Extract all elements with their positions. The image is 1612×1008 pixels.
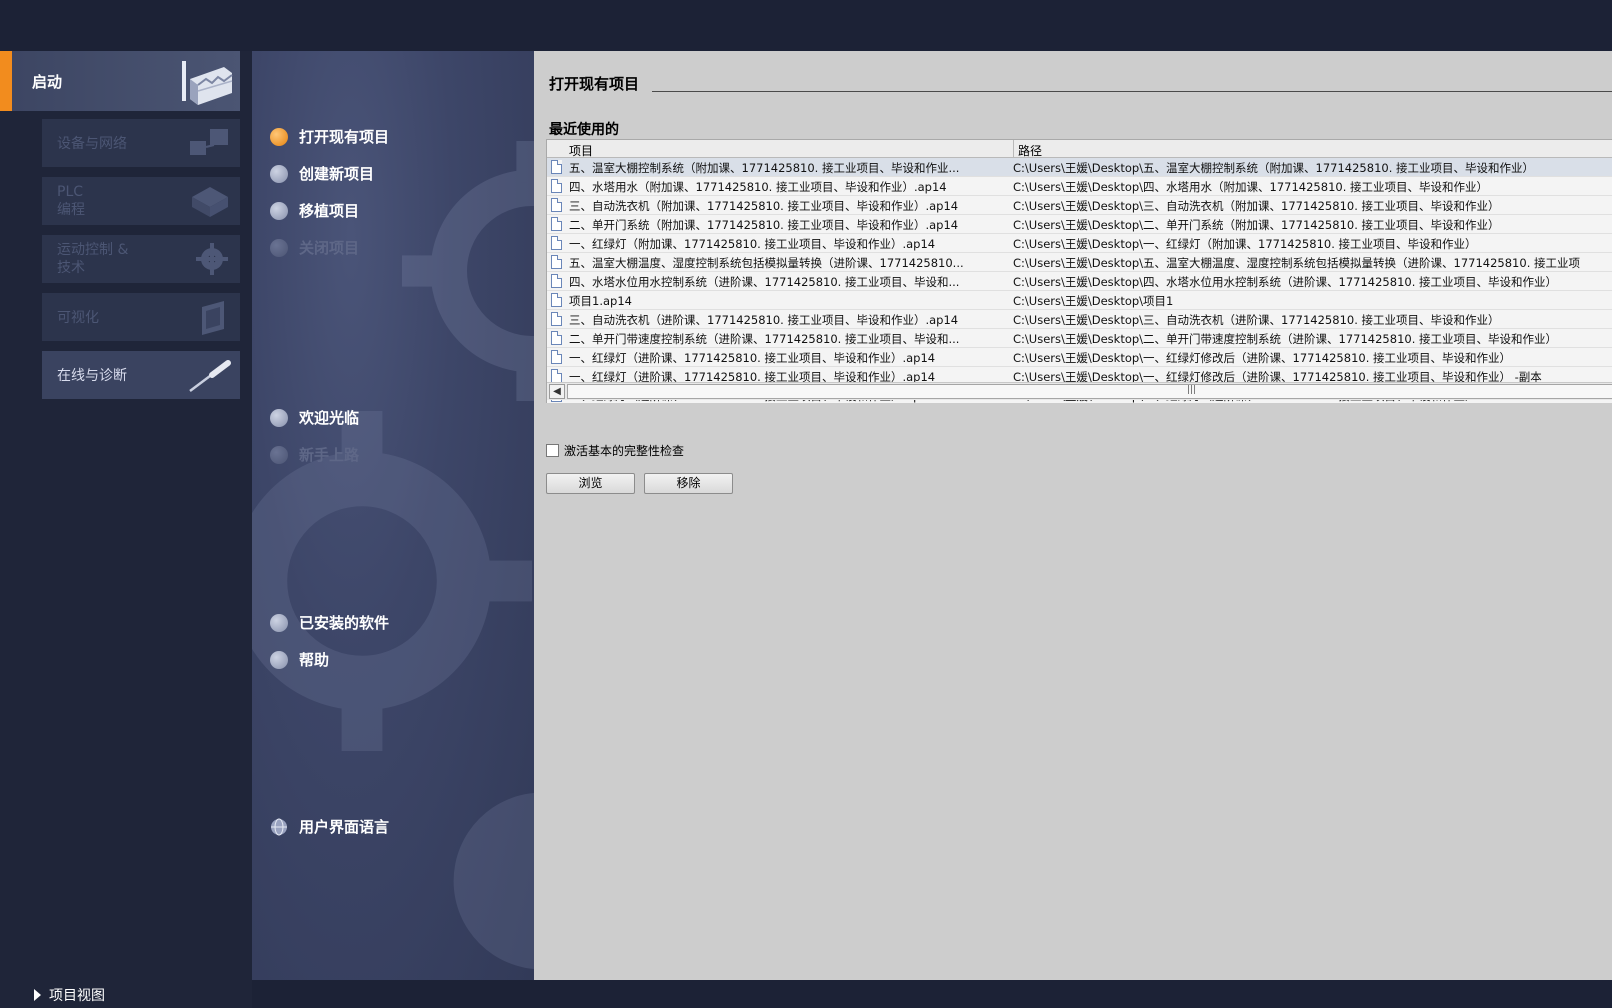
project-file-icon	[551, 255, 562, 269]
bullet-icon	[270, 201, 288, 220]
action-ui-language[interactable]: 用户界面语言	[270, 816, 389, 837]
globe-icon	[271, 818, 287, 835]
factory-icon	[182, 61, 233, 105]
project-file-icon	[551, 312, 562, 326]
action-open-project[interactable]: 打开现有项目	[270, 126, 389, 147]
screwdriver-icon	[189, 360, 231, 392]
table-row[interactable]: 三、自动洗衣机（进阶课、1771425810. 接工业项目、毕设和作业）.ap1…	[547, 310, 1612, 329]
devices-network-icon	[190, 129, 228, 155]
action-label: 关闭项目	[299, 239, 360, 257]
project-file-icon	[551, 274, 562, 288]
project-view-link[interactable]: 项目视图	[34, 985, 105, 1005]
action-welcome[interactable]: 欢迎光临	[270, 407, 359, 428]
sidebar-item-label: 设备与网络	[57, 136, 127, 152]
caret-right-icon	[34, 989, 41, 1001]
remove-button[interactable]: 移除	[644, 473, 733, 494]
action-label: 新手上路	[299, 446, 360, 464]
table-row[interactable]: 三、自动洗衣机（附加课、1771425810. 接工业项目、毕设和作业）.ap1…	[547, 196, 1612, 215]
project-file-icon	[551, 369, 562, 383]
action-label: 创建新项目	[299, 165, 375, 183]
sidebar-item-label: 在线与诊断	[57, 368, 127, 384]
horizontal-scrollbar[interactable]: ◀ |||	[547, 382, 1612, 400]
bullet-icon	[270, 238, 288, 257]
portal-sidebar: 启动 设备与网络 PLC 编程 运动控制 & 技术 可视化 在线与诊断 项目视图	[0, 51, 252, 1008]
top-bar	[0, 0, 1612, 51]
action-migrate-project[interactable]: 移植项目	[270, 200, 359, 221]
project-view-label: 项目视图	[49, 988, 105, 1004]
bullet-icon	[270, 164, 288, 183]
table-row[interactable]: 二、单开门系统（附加课、1771425810. 接工业项目、毕设和作业）.ap1…	[547, 215, 1612, 234]
sidebar-item-online-diagnostics[interactable]: 在线与诊断	[42, 351, 240, 399]
hmi-panel-icon	[202, 301, 224, 335]
bullet-icon	[270, 613, 288, 632]
action-create-project[interactable]: 创建新项目	[270, 163, 374, 184]
active-accent	[0, 51, 12, 111]
sidebar-item-start[interactable]: 启动	[0, 51, 240, 111]
column-header-path[interactable]: 路径	[1018, 142, 1042, 159]
sidebar-item-label: 启动	[32, 73, 63, 91]
plc-icon	[192, 187, 228, 217]
sidebar-item-devices-networks[interactable]: 设备与网络	[42, 119, 240, 167]
project-file-icon	[551, 217, 562, 231]
action-label: 用户界面语言	[299, 818, 390, 836]
sidebar-item-motion-control[interactable]: 运动控制 & 技术	[42, 235, 240, 283]
table-row[interactable]: 四、水塔水位用水控制系统（进阶课、1771425810. 接工业项目、毕设和..…	[547, 272, 1612, 291]
project-file-icon	[551, 160, 562, 174]
action-help[interactable]: 帮助	[270, 649, 329, 670]
action-first-steps: 新手上路	[270, 444, 359, 465]
action-close-project: 关闭项目	[270, 237, 359, 258]
scrollbar-thumb[interactable]	[567, 384, 1612, 399]
bullet-icon	[270, 445, 288, 464]
bullet-icon	[270, 408, 288, 427]
open-project-panel: 打开现有项目 最近使用的 项目 路径 五、温室大棚控制系统（附加课、177142…	[534, 51, 1612, 980]
column-divider[interactable]	[1013, 140, 1014, 158]
scrollbar-grip-icon: |||	[1187, 385, 1197, 395]
column-header-project[interactable]: 项目	[569, 142, 593, 159]
bullet-icon	[270, 650, 288, 669]
project-file-icon	[551, 198, 562, 212]
table-row[interactable]: 五、温室大棚温度、湿度控制系统包括模拟量转换（进阶课、1771425810...…	[547, 253, 1612, 272]
sidebar-item-label: 可视化	[57, 310, 99, 326]
action-label: 已安装的软件	[299, 614, 390, 632]
table-row[interactable]: 二、单开门带速度控制系统（进阶课、1771425810. 接工业项目、毕设和..…	[547, 329, 1612, 348]
bottom-bar	[252, 980, 1612, 1008]
table-row[interactable]: 项目1.ap14 C:\Users\王媛\Desktop\项目1	[547, 291, 1612, 310]
project-file-icon	[551, 236, 562, 250]
integrity-check-checkbox[interactable]	[546, 444, 559, 457]
integrity-check-option[interactable]: 激活基本的完整性检查	[546, 442, 684, 459]
title-divider	[652, 91, 1612, 92]
action-label: 打开现有项目	[299, 128, 390, 146]
project-file-icon	[551, 331, 562, 345]
gear-watermark-icon	[453, 792, 534, 970]
action-label: 欢迎光临	[299, 409, 360, 427]
action-label: 移植项目	[299, 202, 360, 220]
gear-watermark-icon	[402, 141, 534, 401]
sidebar-item-visualization[interactable]: 可视化	[42, 293, 240, 341]
table-header: 项目 路径	[547, 140, 1612, 158]
project-file-icon	[551, 350, 562, 364]
integrity-check-label: 激活基本的完整性检查	[564, 444, 685, 458]
sidebar-item-label: PLC 编程	[57, 184, 85, 218]
project-file-icon	[551, 179, 562, 193]
recent-projects-heading: 最近使用的	[549, 122, 619, 138]
table-row[interactable]: 五、温室大棚控制系统（附加课、1771425810. 接工业项目、毕设和作业..…	[547, 158, 1612, 177]
project-file-icon	[551, 293, 562, 307]
table-row[interactable]: 一、红绿灯（附加课、1771425810. 接工业项目、毕设和作业）.ap14 C…	[547, 234, 1612, 253]
action-installed-software[interactable]: 已安装的软件	[270, 612, 389, 633]
page-title: 打开现有项目	[549, 75, 640, 93]
table-row[interactable]: 一、红绿灯（进阶课、1771425810. 接工业项目、毕设和作业）.ap14C…	[547, 348, 1612, 367]
browse-button[interactable]: 浏览	[546, 473, 635, 494]
table-row[interactable]: 四、水塔用水（附加课、1771425810. 接工业项目、毕设和作业）.ap14…	[547, 177, 1612, 196]
bullet-icon	[270, 127, 288, 146]
actions-panel: 打开现有项目 创建新项目 移植项目 关闭项目 欢迎光临 新手上路 已安装的软件 …	[252, 51, 534, 980]
gear-icon	[196, 243, 228, 275]
scroll-left-icon[interactable]: ◀	[549, 384, 565, 399]
sidebar-item-label: 运动控制 & 技术	[57, 242, 129, 276]
recent-projects-table: 项目 路径 五、温室大棚控制系统（附加课、1771425810. 接工业项目、毕…	[546, 139, 1612, 403]
action-label: 帮助	[299, 651, 330, 669]
sidebar-item-plc-programming[interactable]: PLC 编程	[42, 177, 240, 225]
